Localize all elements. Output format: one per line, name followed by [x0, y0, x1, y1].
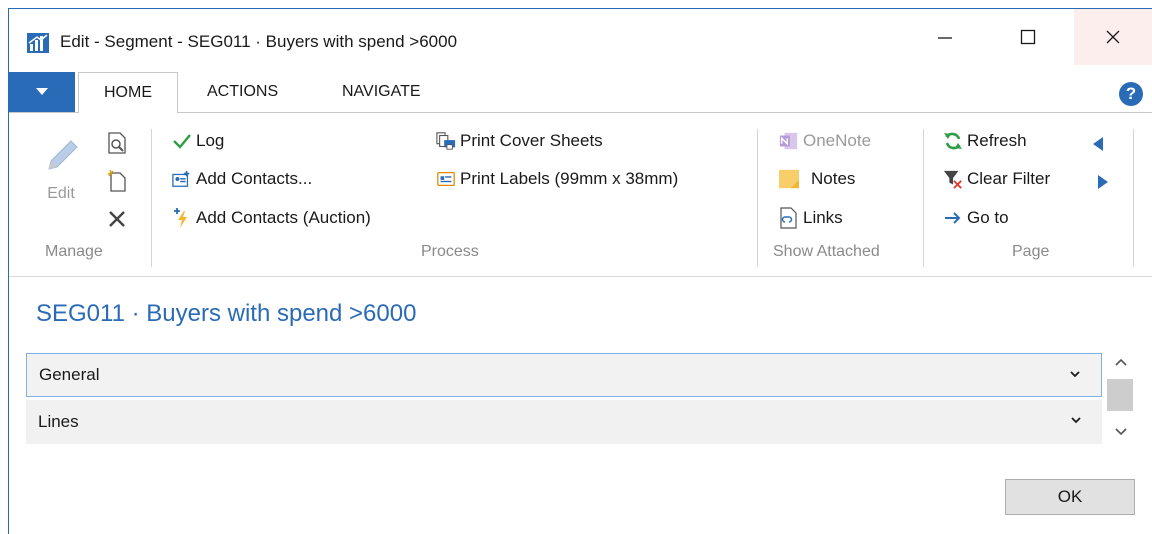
onenote-icon — [779, 131, 799, 151]
print-cover-sheets-icon — [436, 131, 456, 151]
triangle-right-icon — [1098, 175, 1108, 189]
print-cover-sheets-label: Print Cover Sheets — [460, 131, 603, 150]
ok-button[interactable]: OK — [1005, 479, 1135, 515]
minimize-icon — [938, 37, 952, 39]
go-to-label: Go to — [967, 208, 1009, 227]
ribbon: Edit Manage Log Add Contacts... Add Cont… — [9, 112, 1152, 277]
edit-segment-window: Edit - Segment - SEG011 · Buyers with sp… — [8, 8, 1152, 534]
sticky-note-icon — [779, 169, 799, 189]
maximize-button[interactable] — [992, 9, 1064, 65]
title-bar: Edit - Segment - SEG011 · Buyers with sp… — [9, 9, 1152, 65]
previous-record-button[interactable] — [1086, 132, 1110, 156]
pencil-icon — [48, 140, 78, 170]
print-labels-label: Print Labels (99mm x 38mm) — [460, 169, 679, 188]
links-label: Links — [803, 208, 843, 227]
tab-home[interactable]: HOME — [78, 72, 178, 113]
scroll-up-icon[interactable] — [1113, 355, 1129, 369]
go-to-button[interactable]: Go to — [943, 208, 1009, 228]
print-cover-sheets-button[interactable]: Print Cover Sheets — [436, 131, 603, 151]
minimize-button[interactable] — [909, 9, 981, 65]
delete-button[interactable] — [105, 207, 129, 231]
chevron-down-icon — [1070, 371, 1080, 378]
fasttab-general-label: General — [39, 365, 100, 384]
maximize-icon — [1020, 29, 1036, 45]
tab-actions[interactable]: ACTIONS — [207, 72, 278, 112]
label-card-icon — [436, 169, 456, 189]
view-document-icon — [108, 132, 126, 154]
group-label-page: Page — [1012, 243, 1050, 260]
view-button[interactable] — [105, 131, 129, 155]
triangle-left-icon — [1093, 137, 1103, 151]
group-separator — [923, 129, 924, 267]
close-icon — [1106, 30, 1120, 44]
fasttab-general[interactable]: General — [26, 353, 1102, 397]
add-contacts-auction-label: Add Contacts (Auction) — [196, 208, 371, 227]
clear-filter-label: Clear Filter — [967, 169, 1051, 188]
delete-x-icon — [109, 211, 125, 227]
lightning-add-icon — [172, 208, 192, 228]
caret-down-icon — [36, 88, 48, 95]
refresh-icon — [943, 131, 963, 151]
window-title: Edit - Segment - SEG011 · Buyers with sp… — [60, 32, 458, 51]
new-document-icon — [107, 170, 126, 192]
new-button[interactable] — [105, 169, 129, 193]
log-button[interactable]: Log — [172, 131, 224, 151]
vertical-scrollbar[interactable] — [1107, 353, 1135, 444]
edit-label: Edit — [47, 185, 75, 202]
page-title: SEG011 · Buyers with spend >6000 — [36, 300, 417, 327]
clear-filter-button[interactable]: Clear Filter — [943, 169, 1050, 189]
group-label-process: Process — [421, 243, 479, 260]
onenote-label: OneNote — [803, 131, 872, 150]
group-separator — [1133, 129, 1134, 267]
tab-navigate[interactable]: NAVIGATE — [342, 72, 421, 112]
notes-label: Notes — [811, 169, 856, 188]
group-separator — [757, 129, 758, 267]
group-label-manage: Manage — [45, 243, 103, 260]
group-label-show-attached: Show Attached — [773, 243, 880, 260]
chevron-down-icon — [1071, 417, 1081, 424]
link-document-icon — [779, 207, 799, 229]
refresh-button[interactable]: Refresh — [943, 131, 1027, 151]
fasttab-lines[interactable]: Lines — [26, 400, 1102, 444]
checkmark-icon — [172, 131, 192, 151]
arrow-right-icon — [943, 208, 963, 228]
refresh-label: Refresh — [967, 131, 1027, 150]
ribbon-tab-bar: HOME ACTIONS NAVIGATE ? — [9, 72, 1152, 113]
log-label: Log — [196, 131, 225, 150]
onenote-button[interactable]: OneNote — [779, 131, 871, 151]
add-contacts-icon — [172, 169, 192, 189]
app-logo-icon — [27, 33, 49, 53]
fasttab-lines-label: Lines — [38, 412, 79, 431]
add-contacts-auction-button[interactable]: Add Contacts (Auction) — [172, 208, 371, 228]
next-record-button[interactable] — [1091, 170, 1115, 194]
group-separator — [151, 129, 152, 267]
close-button[interactable] — [1074, 9, 1152, 65]
scroll-down-icon[interactable] — [1113, 425, 1129, 439]
help-icon[interactable]: ? — [1119, 82, 1143, 106]
clear-filter-icon — [943, 169, 963, 189]
add-contacts-label: Add Contacts... — [196, 169, 313, 188]
add-contacts-button[interactable]: Add Contacts... — [172, 169, 312, 189]
ribbon-menu-button[interactable] — [9, 72, 75, 112]
print-labels-button[interactable]: Print Labels (99mm x 38mm) — [436, 169, 678, 189]
notes-button[interactable]: Notes — [779, 169, 855, 189]
links-button[interactable]: Links — [779, 207, 843, 229]
scrollbar-thumb[interactable] — [1107, 379, 1133, 411]
edit-button[interactable]: Edit — [39, 133, 83, 223]
